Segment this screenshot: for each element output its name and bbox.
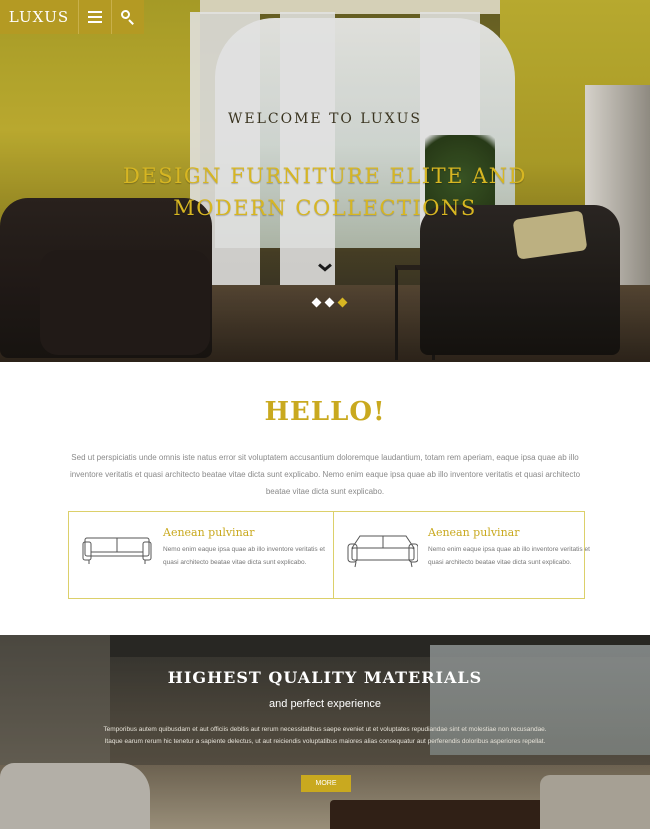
top-navbar: LUXUS bbox=[0, 0, 144, 34]
quality-text: Temporibus autem quibusdam et aut offici… bbox=[103, 726, 547, 745]
sofa-icon bbox=[82, 537, 152, 564]
feature-title[interactable]: Aenean pulvinar bbox=[428, 526, 598, 539]
chevron-down-icon[interactable] bbox=[318, 262, 332, 276]
hero-banner: WELCOME TO LUXUS DESIGN FURNITURE ELITE … bbox=[0, 0, 650, 362]
hero-title: DESIGN FURNITURE ELITE AND MODERN COLLEC… bbox=[123, 164, 527, 220]
more-button[interactable]: MORE bbox=[301, 775, 351, 792]
quality-title: HIGHEST QUALITY MATERIALS bbox=[167, 668, 483, 687]
hello-text: Sed ut perspiciatis unde omnis iste natu… bbox=[69, 453, 581, 496]
slider-pagination bbox=[311, 297, 348, 308]
search-icon bbox=[121, 10, 135, 25]
hello-title: HELLO! bbox=[264, 397, 386, 427]
quality-section: HIGHEST QUALITY MATERIALS and perfect ex… bbox=[0, 635, 650, 829]
hero-welcome-text: WELCOME TO LUXUS bbox=[227, 111, 423, 127]
slider-dot-active[interactable] bbox=[337, 297, 348, 308]
feature-card: Aenean pulvinar Nemo enim eaque ipsa qua… bbox=[69, 512, 333, 598]
quality-subtitle: and perfect experience bbox=[269, 698, 381, 710]
feature-title[interactable]: Aenean pulvinar bbox=[163, 526, 333, 539]
menu-button[interactable] bbox=[78, 0, 111, 34]
feature-body: Aenean pulvinar Nemo enim eaque ipsa qua… bbox=[428, 526, 598, 598]
feature-text: Nemo enim eaque ipsa quae ab illo invent… bbox=[163, 546, 325, 566]
hamburger-menu-icon bbox=[88, 8, 102, 26]
logo[interactable]: LUXUS bbox=[0, 0, 78, 34]
feature-body: Aenean pulvinar Nemo enim eaque ipsa qua… bbox=[163, 526, 333, 598]
feature-text: Nemo enim eaque ipsa quae ab illo invent… bbox=[428, 546, 590, 566]
features-box: Aenean pulvinar Nemo enim eaque ipsa qua… bbox=[68, 511, 590, 599]
search-button[interactable] bbox=[111, 0, 144, 34]
slider-dot[interactable] bbox=[324, 297, 335, 308]
sofa-icon bbox=[347, 535, 418, 568]
feature-card: Aenean pulvinar Nemo enim eaque ipsa qua… bbox=[333, 512, 598, 598]
slider-dot[interactable] bbox=[311, 297, 322, 308]
